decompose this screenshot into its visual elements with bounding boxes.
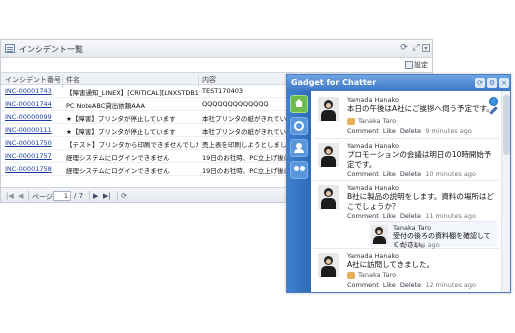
first-page-icon[interactable]: |◀ [6, 192, 14, 200]
like-button[interactable]: Like [383, 212, 396, 220]
feed-post: Yamada Hanako プロモーションの会議は明日の10時開始予定です。 C… [313, 139, 500, 181]
post-actions: Comment Like Delete 12 minutes ago [347, 281, 476, 289]
expand-icon[interactable]: ⤢ [411, 43, 421, 53]
post-text: 本日の午後はA社にご挨拶へ伺う予定です。 [347, 104, 494, 113]
settings-icon [405, 61, 413, 69]
comment-button[interactable]: Comment [347, 127, 379, 135]
post-time: 10 minutes ago [425, 170, 476, 178]
comment-button[interactable]: Comment [347, 281, 379, 289]
post-text: A社に訪問してきました。 [347, 260, 435, 269]
post-time: 9 minutes ago [425, 127, 472, 135]
settings-button[interactable]: 設定 [405, 60, 428, 70]
column-header-content[interactable]: 内容 [202, 75, 216, 85]
gadget-sidebar [287, 91, 311, 292]
feed-post: Yamada Hanako B社に製品の説明をします。資料の場所はどこでしょうか… [313, 181, 500, 249]
page-total: / 7 [74, 192, 84, 200]
avatar[interactable] [318, 143, 339, 167]
chatter-feed: Yamada Hanako 本日の午後はA社にご挨拶へ伺う予定です。 Tanak… [313, 93, 500, 292]
liked-by[interactable]: Tanaka Taro [358, 271, 396, 279]
chatter-gadget: Gadget for Chatter ⟳ ⚙ × Yamada Hanako 本… [286, 74, 511, 293]
profile-icon[interactable] [290, 117, 308, 135]
delete-button[interactable]: Delete [400, 127, 421, 135]
page-number-input[interactable]: 1 [53, 191, 71, 201]
reload-icon[interactable]: ⟳ [121, 192, 127, 200]
incident-id-link[interactable]: INC-00000111 [5, 126, 61, 134]
post-author[interactable]: Yamada Hanako [347, 142, 399, 150]
comment-author[interactable]: Tanaka Taro [393, 224, 431, 232]
post-actions: Comment Like Delete 10 minutes ago [347, 170, 476, 178]
comment-time: 7 minutes ago [393, 241, 440, 249]
column-header-name[interactable]: 件名 [66, 75, 80, 85]
incident-name: 経理システムにログインできません [66, 167, 170, 175]
gadget-header: Gadget for Chatter ⟳ ⚙ × [287, 75, 510, 91]
post-actions: Comment Like Delete 9 minutes ago [347, 127, 472, 135]
list-icon [5, 44, 15, 53]
incident-name: 【テスト】プリンタから印刷できませんでした [66, 141, 198, 149]
like-button[interactable]: Like [383, 170, 396, 178]
panel-title: インシデント一覧 [19, 45, 83, 54]
post-author[interactable]: Yamada Hanako [347, 184, 399, 192]
like-button[interactable]: Like [383, 127, 396, 135]
avatar[interactable] [371, 225, 388, 244]
last-page-icon[interactable]: ▶| [103, 192, 111, 200]
incident-id-link[interactable]: INC-00001750 [5, 139, 61, 147]
incident-name: ★【障害】プリンタが停止しています [66, 128, 176, 136]
share-icon[interactable] [489, 97, 498, 106]
prev-page-icon[interactable]: ◀ [18, 192, 23, 200]
incident-id-link[interactable]: INC-00001757 [5, 152, 61, 160]
refresh-icon[interactable]: ⟳ [475, 78, 485, 88]
group-icon[interactable] [290, 139, 308, 157]
post-tools [489, 97, 498, 115]
delete-button[interactable]: Delete [400, 281, 421, 289]
delete-button[interactable]: Delete [400, 170, 421, 178]
incident-id-link[interactable]: INC-00001744 [5, 100, 61, 108]
like-button[interactable]: Like [383, 281, 396, 289]
like-line: Tanaka Taro [347, 117, 396, 125]
incident-name: 【障害通知_LINEX】[CRITICAL][LNXSTDB1]障… [66, 89, 198, 97]
refresh-icon[interactable]: ⟳ [399, 43, 409, 53]
close-icon[interactable]: × [499, 78, 509, 88]
like-line: Tanaka Taro [347, 271, 396, 279]
incident-id-link[interactable]: INC-00001743 [5, 87, 61, 95]
settings-label: 設定 [414, 61, 428, 69]
panel-header: インシデント一覧 ⟳ ⤢ ▾ [1, 40, 432, 58]
post-time: 12 minutes ago [425, 281, 476, 289]
feed-scrollbar[interactable] [501, 91, 510, 292]
feed-post: Yamada Hanako A社に訪問してきました。 Tanaka Taro C… [313, 249, 500, 292]
avatar[interactable] [318, 97, 339, 121]
comment-button[interactable]: Comment [347, 212, 379, 220]
avatar[interactable] [318, 185, 339, 209]
gadget-title: Gadget for Chatter [291, 78, 377, 87]
post-text: B社に製品の説明をします。資料の場所はどこでしょうか？ [347, 192, 494, 211]
post-time: 11 minutes ago [425, 212, 476, 220]
delete-button[interactable]: Delete [400, 212, 421, 220]
incident-id-link[interactable]: INC-00001758 [5, 165, 61, 173]
post-author[interactable]: Yamada Hanako [347, 252, 399, 260]
post-author[interactable]: Yamada Hanako [347, 96, 399, 104]
column-header-id[interactable]: インシデント番号 [5, 75, 61, 85]
thumbs-up-icon [347, 271, 355, 279]
collapse-icon[interactable]: ▾ [422, 44, 430, 52]
scrollbar-thumb[interactable] [503, 95, 510, 155]
comment: Tanaka Taro 受付の後ろの資料棚を確認してください。 7 minute… [369, 221, 497, 249]
thumbs-up-icon [347, 117, 355, 125]
post-actions: Comment Like Delete 11 minutes ago [347, 212, 476, 220]
home-icon[interactable] [290, 95, 308, 113]
incident-name: 経理システムにログインできません [66, 154, 170, 162]
incident-name: PC NoteABC貸出依頼AAA [66, 102, 145, 110]
liked-by[interactable]: Tanaka Taro [358, 117, 396, 125]
people-icon[interactable] [290, 161, 308, 179]
avatar[interactable] [318, 253, 339, 277]
post-text: プロモーションの会議は明日の10時開始予定です。 [347, 150, 492, 169]
incident-id-link[interactable]: INC-00000099 [5, 113, 61, 121]
incident-name: ★【障害】プリンタが停止しています [66, 115, 176, 123]
comment-button[interactable]: Comment [347, 170, 379, 178]
settings-bar: 設定 [1, 58, 432, 72]
next-page-icon[interactable]: ▶ [93, 192, 98, 200]
feed-post: Yamada Hanako 本日の午後はA社にご挨拶へ伺う予定です。 Tanak… [313, 93, 500, 139]
settings-icon[interactable]: ⚙ [487, 78, 497, 88]
page-label: ページ [32, 193, 53, 201]
